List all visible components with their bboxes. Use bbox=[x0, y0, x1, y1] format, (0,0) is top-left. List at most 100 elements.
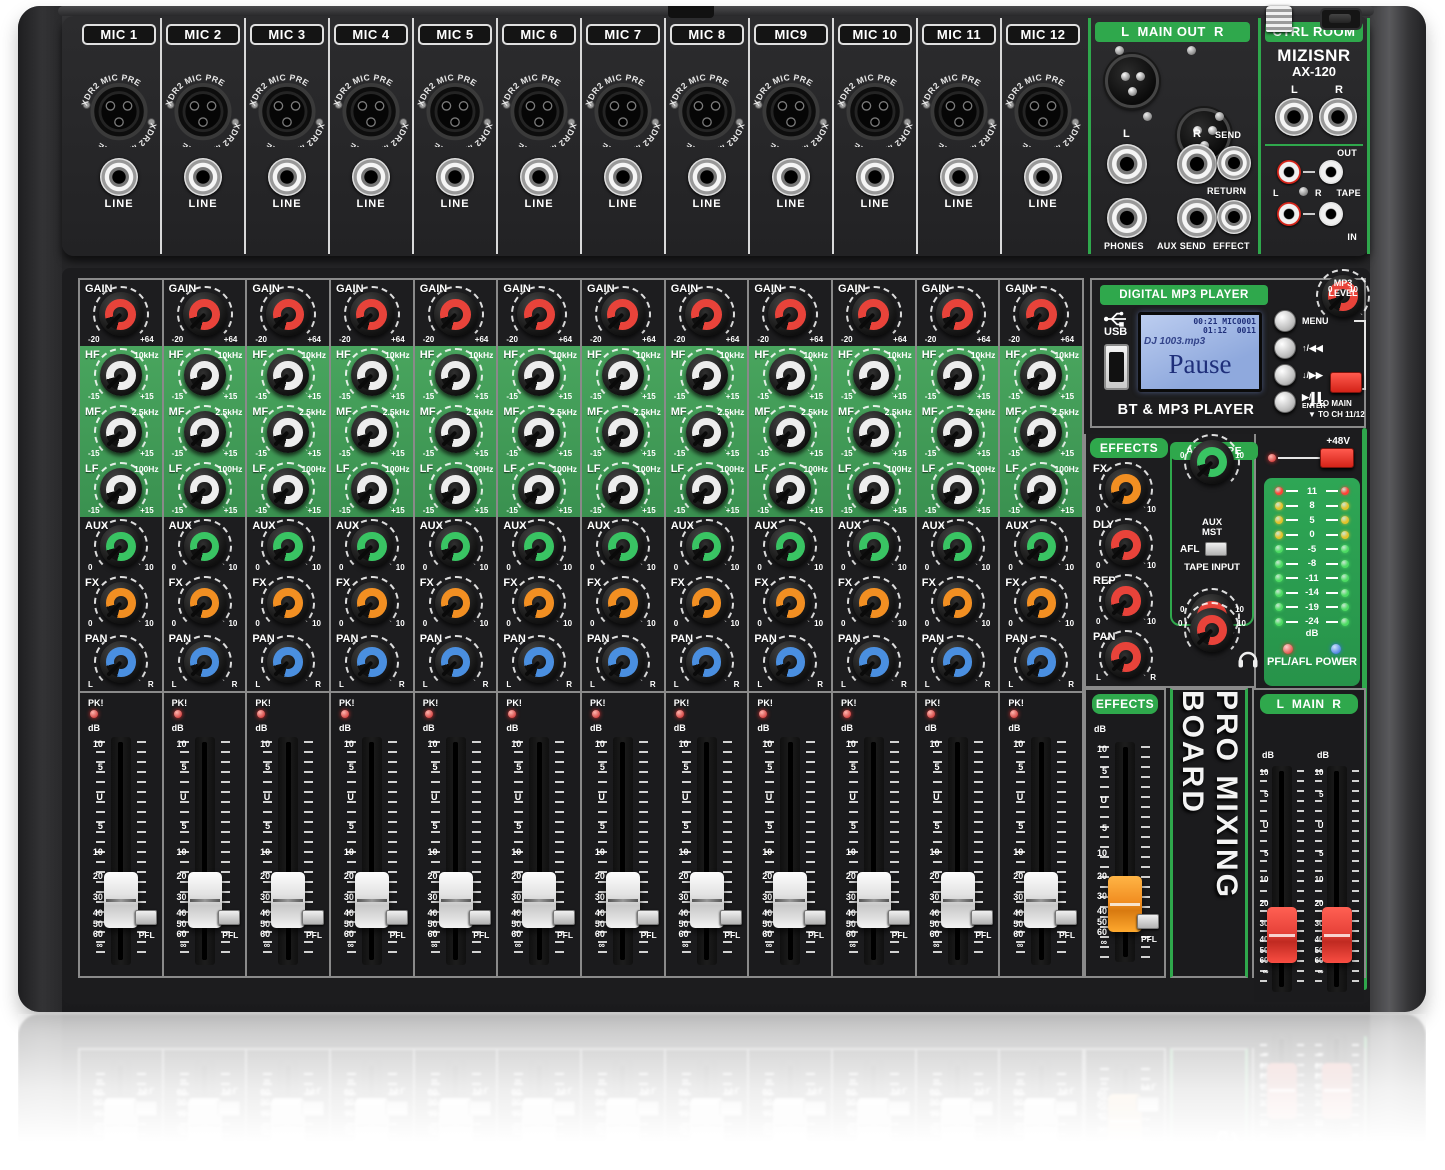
lf-knob[interactable] bbox=[769, 468, 811, 510]
fx-knob[interactable] bbox=[351, 582, 393, 624]
fader-cap[interactable] bbox=[104, 872, 138, 928]
mf-knob[interactable] bbox=[769, 411, 811, 453]
mf-knob[interactable] bbox=[602, 411, 644, 453]
fx-knob[interactable] bbox=[769, 582, 811, 624]
pfl-button[interactable] bbox=[1137, 914, 1159, 929]
pan-knob[interactable] bbox=[435, 641, 477, 683]
gain-knob[interactable] bbox=[852, 292, 896, 336]
gain-knob[interactable] bbox=[517, 292, 561, 336]
lf-knob[interactable] bbox=[435, 468, 477, 510]
lf-knob[interactable] bbox=[853, 468, 895, 510]
pan-knob[interactable] bbox=[686, 641, 728, 683]
mf-knob[interactable] bbox=[853, 411, 895, 453]
lf-knob[interactable] bbox=[1020, 468, 1062, 510]
pan-knob[interactable] bbox=[518, 641, 560, 683]
hf-knob[interactable] bbox=[267, 354, 309, 396]
fader-cap[interactable] bbox=[606, 872, 640, 928]
pfl-button[interactable] bbox=[469, 910, 491, 925]
pan-knob[interactable] bbox=[1020, 641, 1062, 683]
hf-knob[interactable] bbox=[602, 354, 644, 396]
pfl-button[interactable] bbox=[553, 910, 575, 925]
fader-track[interactable] bbox=[195, 737, 215, 965]
fx-knob[interactable] bbox=[853, 582, 895, 624]
hf-knob[interactable] bbox=[184, 354, 226, 396]
pfl-button[interactable] bbox=[1055, 910, 1077, 925]
gain-knob[interactable] bbox=[99, 292, 143, 336]
pan-knob[interactable] bbox=[853, 641, 895, 683]
pan-knob[interactable] bbox=[100, 641, 142, 683]
fx-knob[interactable] bbox=[686, 582, 728, 624]
aux-mst-knob[interactable] bbox=[1190, 440, 1234, 484]
usb-port[interactable] bbox=[1104, 344, 1129, 390]
fader-cap[interactable] bbox=[941, 872, 975, 928]
pan-knob[interactable] bbox=[184, 641, 226, 683]
pan-knob[interactable] bbox=[351, 641, 393, 683]
pfl-button[interactable] bbox=[135, 910, 157, 925]
afl-button[interactable] bbox=[1205, 542, 1227, 556]
hf-knob[interactable] bbox=[686, 354, 728, 396]
fader-cap[interactable] bbox=[188, 872, 222, 928]
fader-track[interactable] bbox=[697, 737, 717, 965]
power-rocker-switch[interactable] bbox=[1320, 8, 1362, 30]
fader-cap[interactable] bbox=[439, 872, 473, 928]
hf-knob[interactable] bbox=[937, 354, 979, 396]
fader-cap[interactable] bbox=[857, 872, 891, 928]
mp3-button-play[interactable] bbox=[1274, 391, 1296, 413]
pfl-button[interactable] bbox=[637, 910, 659, 925]
fader-cap[interactable] bbox=[1322, 907, 1352, 963]
gain-knob[interactable] bbox=[936, 292, 980, 336]
fx-knob[interactable] bbox=[937, 582, 979, 624]
mf-knob[interactable] bbox=[1020, 411, 1062, 453]
fader-track[interactable] bbox=[362, 737, 382, 965]
pfl-button[interactable] bbox=[804, 910, 826, 925]
fader-cap[interactable] bbox=[355, 872, 389, 928]
hf-knob[interactable] bbox=[518, 354, 560, 396]
fader-cap[interactable] bbox=[690, 872, 724, 928]
mf-knob[interactable] bbox=[937, 411, 979, 453]
pfl-button[interactable] bbox=[302, 910, 324, 925]
gain-knob[interactable] bbox=[434, 292, 478, 336]
fader-track[interactable] bbox=[1031, 737, 1051, 965]
pan-knob[interactable] bbox=[769, 641, 811, 683]
gain-knob[interactable] bbox=[350, 292, 394, 336]
fx-knob[interactable] bbox=[435, 582, 477, 624]
lf-knob[interactable] bbox=[184, 468, 226, 510]
lf-knob[interactable] bbox=[937, 468, 979, 510]
gain-knob[interactable] bbox=[266, 292, 310, 336]
pfl-button[interactable] bbox=[888, 910, 910, 925]
mf-knob[interactable] bbox=[184, 411, 226, 453]
mf-knob[interactable] bbox=[518, 411, 560, 453]
gain-knob[interactable] bbox=[601, 292, 645, 336]
lf-knob[interactable] bbox=[686, 468, 728, 510]
gain-knob[interactable] bbox=[768, 292, 812, 336]
route-button[interactable] bbox=[1330, 372, 1362, 393]
hf-knob[interactable] bbox=[100, 354, 142, 396]
mf-knob[interactable] bbox=[100, 411, 142, 453]
mf-knob[interactable] bbox=[435, 411, 477, 453]
fader-cap[interactable] bbox=[773, 872, 807, 928]
hf-knob[interactable] bbox=[853, 354, 895, 396]
hf-knob[interactable] bbox=[769, 354, 811, 396]
hf-knob[interactable] bbox=[351, 354, 393, 396]
mf-knob[interactable] bbox=[267, 411, 309, 453]
hf-knob[interactable] bbox=[1020, 354, 1062, 396]
phantom-power-switch[interactable] bbox=[1320, 448, 1354, 468]
hf-knob[interactable] bbox=[435, 354, 477, 396]
mp3-button-next[interactable] bbox=[1274, 364, 1296, 386]
fx-knob[interactable] bbox=[100, 582, 142, 624]
phones-level-knob[interactable] bbox=[1190, 608, 1234, 652]
lf-knob[interactable] bbox=[602, 468, 644, 510]
fx-knob[interactable] bbox=[602, 582, 644, 624]
gain-knob[interactable] bbox=[685, 292, 729, 336]
mp3-button-menu[interactable] bbox=[1274, 310, 1296, 332]
pfl-button[interactable] bbox=[218, 910, 240, 925]
mf-knob[interactable] bbox=[686, 411, 728, 453]
fader-track[interactable] bbox=[864, 737, 884, 965]
mf-knob[interactable] bbox=[351, 411, 393, 453]
gain-knob[interactable] bbox=[1019, 292, 1063, 336]
effects-fx-knob[interactable] bbox=[1105, 468, 1147, 510]
pfl-button[interactable] bbox=[720, 910, 742, 925]
pfl-button[interactable] bbox=[386, 910, 408, 925]
fader-cap[interactable] bbox=[1024, 872, 1058, 928]
fader-track[interactable] bbox=[446, 737, 466, 965]
